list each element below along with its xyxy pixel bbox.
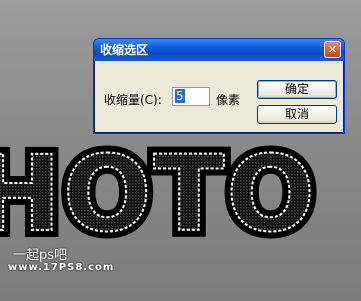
dialog-titlebar[interactable]: 收缩选区 ✕ (94, 39, 344, 61)
contract-amount-input[interactable]: 5 (172, 87, 210, 106)
canvas-text-marching-ants: HOTO (0, 133, 317, 255)
watermark-url: www.17PS8.com (8, 262, 115, 273)
contract-amount-value: 5 (175, 89, 185, 103)
ok-button[interactable]: 确定 (257, 80, 337, 99)
contract-label: 收缩量(C): (104, 93, 162, 107)
dialog-title: 收缩选区 (100, 43, 149, 57)
contract-selection-dialog: 收缩选区 ✕ 收缩量(C): 5 像素 确定 取消 (93, 38, 345, 134)
cancel-button[interactable]: 取消 (257, 105, 337, 124)
watermark-title: 一起ps吧 (13, 248, 68, 263)
close-icon[interactable]: ✕ (324, 41, 341, 58)
unit-label: 像素 (216, 93, 241, 107)
